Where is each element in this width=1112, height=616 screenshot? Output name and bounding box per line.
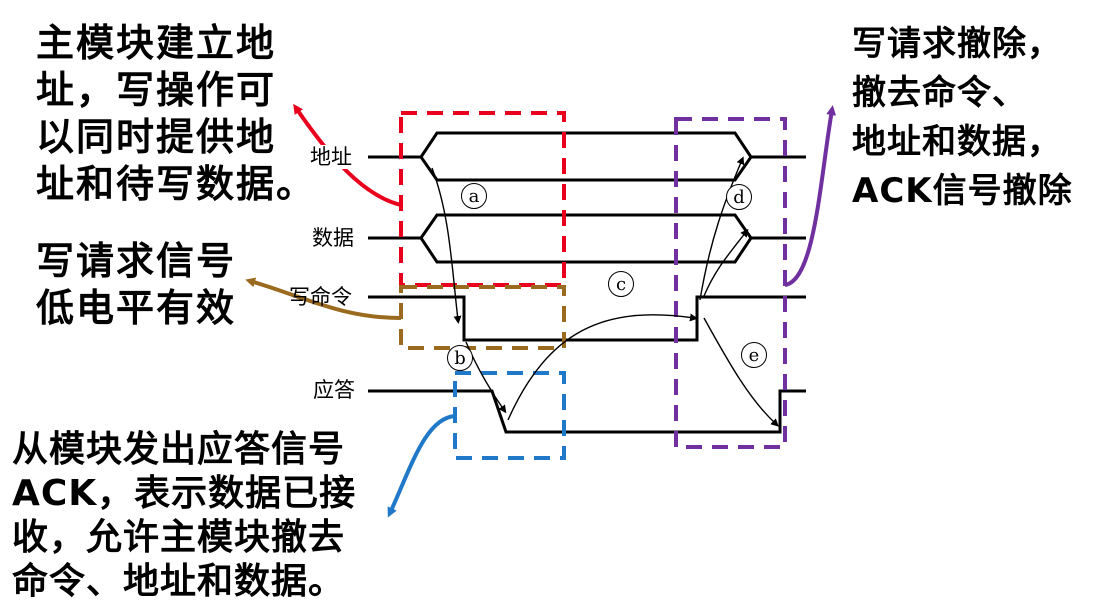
- signal-label-write-command: 写命令: [289, 285, 352, 309]
- annotation-ack: 从模块发出应答信号 ACK，表示数据已接 收，允许主模块撤去 命令、地址和数据。: [12, 428, 356, 604]
- annotation-line: 从模块发出应答信号: [12, 429, 346, 470]
- annotation-line: 写请求信号: [36, 239, 237, 283]
- annotation-line: 写请求撤除，: [852, 24, 1062, 64]
- signal-label-ack: 应答: [313, 378, 355, 402]
- annotation-line: 地址和数据，: [852, 122, 1062, 162]
- blue-callout-arrow: [387, 414, 456, 518]
- step-c-arrow: [507, 313, 698, 421]
- signal-label-data: 数据: [312, 226, 354, 250]
- annotation-line: 址和待写数据。: [36, 162, 317, 206]
- annotation-line: 以同时提供地: [36, 115, 277, 159]
- annotation-line: 低电平有效: [36, 286, 237, 330]
- write-command-waveform: [368, 295, 806, 342]
- signal-label-address: 地址: [310, 145, 352, 169]
- step-marker-a: a: [461, 183, 487, 209]
- step-marker-c: c: [608, 271, 634, 297]
- annotation-address-setup: 主模块建立地 址，写操作可 以同时提供地 址和待写数据。: [36, 20, 316, 208]
- annotation-line: 命令、地址和数据。: [12, 561, 346, 602]
- annotation-line: ACK，表示数据已接: [12, 473, 357, 514]
- annotation-line: 址，写操作可: [36, 68, 277, 112]
- step-marker-b: b: [447, 345, 473, 371]
- annotation-write-request: 写请求信号 低电平有效: [36, 238, 236, 332]
- step-d-arrow-data: [703, 228, 749, 297]
- purple-dashed-box: [674, 117, 787, 449]
- annotation-line: 撤去命令、: [852, 73, 1027, 113]
- step-e-arrow: [703, 317, 779, 427]
- annotation-line: 收，允许主模块撤去: [12, 517, 346, 558]
- annotation-line: ACK信号撤除: [852, 171, 1073, 211]
- annotation-release: 写请求撤除， 撤去命令、 地址和数据， ACK信号撤除: [852, 20, 1073, 216]
- purple-callout-arrow: [784, 105, 837, 287]
- step-marker-d: d: [726, 184, 752, 210]
- step-marker-e: e: [741, 342, 767, 368]
- annotation-line: 主模块建立地: [36, 21, 277, 65]
